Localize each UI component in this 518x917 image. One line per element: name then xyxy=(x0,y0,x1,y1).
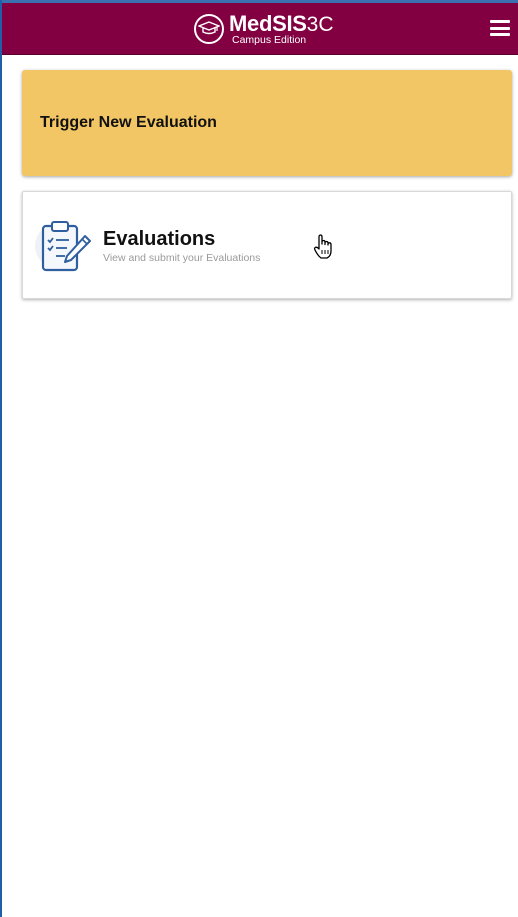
app-version: 3C xyxy=(306,12,334,36)
trigger-new-evaluation-button[interactable]: Trigger New Evaluation xyxy=(22,70,512,176)
clipboard-checklist-icon xyxy=(35,216,95,276)
evaluations-subtitle: View and submit your Evaluations xyxy=(103,252,261,264)
hand-pointer-icon xyxy=(312,234,334,260)
app-frame: MedSIS3C Campus Edition Trigger New Eval… xyxy=(0,0,518,917)
evaluations-card[interactable]: Evaluations View and submit your Evaluat… xyxy=(22,191,512,299)
evaluations-title: Evaluations xyxy=(103,228,216,250)
trigger-new-evaluation-label: Trigger New Evaluation xyxy=(40,114,217,131)
app-name: MedSIS xyxy=(229,10,307,36)
app-title: MedSIS3C Campus Edition xyxy=(229,10,334,46)
top-navigation-bar: MedSIS3C Campus Edition xyxy=(2,0,518,55)
hamburger-menu-icon[interactable] xyxy=(490,20,510,38)
app-logo[interactable]: MedSIS3C Campus Edition xyxy=(194,9,334,49)
app-edition: Campus Edition xyxy=(232,33,307,46)
graduation-cap-icon xyxy=(194,14,224,44)
